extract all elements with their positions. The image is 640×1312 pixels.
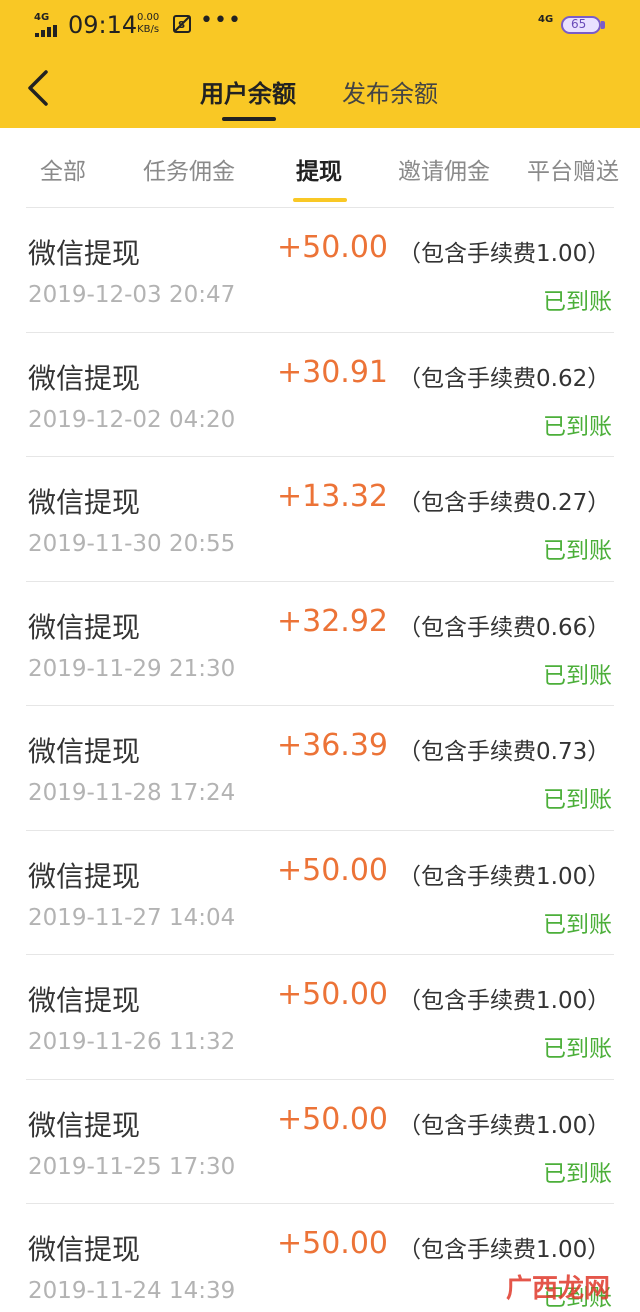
record-time: 2019-12-02 04:20 (28, 406, 236, 433)
record-fee: （包含手续费0.66） (398, 614, 611, 641)
record-fee: （包含手续费1.00） (398, 863, 611, 890)
record-status: 已到账 (543, 911, 612, 938)
filter-all[interactable]: 全部 (40, 152, 86, 186)
record-title: 微信提现 (28, 1233, 141, 1266)
record-title: 微信提现 (28, 984, 141, 1017)
status-time: 09:14 (68, 11, 138, 39)
network-type-left: 4G (34, 12, 50, 23)
tab-user-balance[interactable]: 用户余额 (200, 74, 296, 109)
record-title: 微信提现 (28, 735, 141, 768)
list-item[interactable]: 微信提现 +50.00 （包含手续费1.00） 2019-11-26 11:32… (0, 955, 640, 1080)
record-status: 已到账 (543, 538, 612, 564)
record-amount: +50.00 (276, 977, 388, 1012)
record-fee: （包含手续费1.00） (398, 1237, 611, 1263)
record-time: 2019-11-24 14:39 (28, 1278, 236, 1304)
more-icon: ••• (200, 8, 242, 33)
record-time: 2019-11-28 17:24 (28, 780, 236, 806)
back-icon[interactable] (22, 68, 52, 112)
network-speed-unit: KB/s (137, 24, 160, 35)
signal-icon: 4G (34, 12, 62, 38)
list-item[interactable]: 微信提现 +36.39 （包含手续费0.73） 2019-11-28 17:24… (0, 706, 640, 831)
header-bar: 4G 09:14 0.00 KB/s S ••• 4G 65 用户余额 发布余额 (0, 0, 640, 128)
record-title: 微信提现 (28, 859, 141, 893)
watermark-logo: 广西龙网 (506, 1274, 611, 1304)
record-time: 2019-11-30 20:55 (28, 531, 236, 557)
record-amount: +13.32 (276, 479, 388, 514)
record-amount: +50.00 (276, 230, 388, 265)
record-status: 已到账 (543, 289, 612, 315)
filter-active-indicator (293, 198, 347, 202)
list-item[interactable]: 微信提现 +30.91 （包含手续费0.62） 2019-12-02 04:20… (0, 333, 640, 457)
battery-tip (601, 21, 605, 29)
record-fee: （包含手续费1.00） (398, 988, 611, 1014)
network-speed-value: 0.00 (137, 12, 160, 23)
screenshot-icon: S (173, 15, 191, 33)
list-item[interactable]: 微信提现 +32.92 （包含手续费0.66） 2019-11-29 21:30… (0, 582, 640, 706)
record-title: 微信提现 (28, 610, 141, 644)
filter-withdraw[interactable]: 提现 (296, 152, 342, 186)
filter-tabs: 全部 任务佣金 提现 邀请佣金 平台赠送 (0, 128, 640, 208)
record-status: 已到账 (543, 662, 612, 689)
network-type-right: 4G (538, 14, 554, 25)
record-time: 2019-11-26 11:32 (28, 1029, 236, 1055)
list-item[interactable]: 微信提现 +50.00 （包含手续费1.00） 2019-11-25 17:30… (0, 1080, 640, 1204)
record-amount: +50.00 (276, 852, 388, 888)
tab-publish-balance[interactable]: 发布余额 (342, 74, 438, 109)
network-speed: 0.00 KB/s (137, 12, 159, 36)
record-amount: +30.91 (276, 354, 388, 390)
record-time: 2019-11-27 14:04 (28, 904, 236, 931)
filter-platform-gift[interactable]: 平台赠送 (527, 152, 619, 186)
filter-task-commission[interactable]: 任务佣金 (143, 152, 235, 186)
record-fee: （包含手续费0.27） (398, 490, 611, 516)
record-time: 2019-11-25 17:30 (28, 1153, 236, 1180)
tab-user-balance-indicator (222, 117, 276, 121)
record-fee: （包含手续费0.62） (398, 365, 611, 392)
record-fee: （包含手续费0.73） (398, 739, 611, 765)
status-bar: 4G 09:14 0.00 KB/s S ••• 4G 65 (0, 0, 640, 52)
list-item[interactable]: 微信提现 +50.00 （包含手续费1.00） 2019-12-03 20:47… (0, 208, 640, 333)
battery-level: 65 (571, 17, 587, 31)
svg-text:S: S (178, 20, 185, 31)
record-amount: +50.00 (276, 1101, 388, 1137)
record-time: 2019-12-03 20:47 (28, 282, 236, 308)
record-amount: +50.00 (276, 1226, 388, 1261)
record-title: 微信提现 (28, 486, 141, 519)
record-amount: +32.92 (276, 603, 388, 639)
record-title: 微信提现 (28, 237, 141, 270)
record-status: 已到账 (543, 1036, 612, 1062)
list-item[interactable]: 微信提现 +50.00 （包含手续费1.00） 2019-11-27 14:04… (0, 831, 640, 955)
withdraw-record-list: 微信提现 +50.00 （包含手续费1.00） 2019-12-03 20:47… (0, 208, 640, 1312)
list-item[interactable]: 微信提现 +13.32 （包含手续费0.27） 2019-11-30 20:55… (0, 457, 640, 582)
record-time: 2019-11-29 21:30 (28, 655, 236, 682)
record-amount: +36.39 (276, 728, 388, 763)
record-status: 已到账 (543, 1160, 612, 1187)
record-title: 微信提现 (28, 361, 141, 395)
record-title: 微信提现 (28, 1108, 141, 1142)
filter-invite-commission[interactable]: 邀请佣金 (398, 152, 490, 186)
record-status: 已到账 (543, 413, 612, 440)
record-status: 已到账 (543, 787, 612, 813)
record-fee: （包含手续费1.00） (398, 241, 611, 267)
battery-icon: 65 (561, 16, 601, 34)
record-fee: （包含手续费1.00） (398, 1112, 611, 1139)
